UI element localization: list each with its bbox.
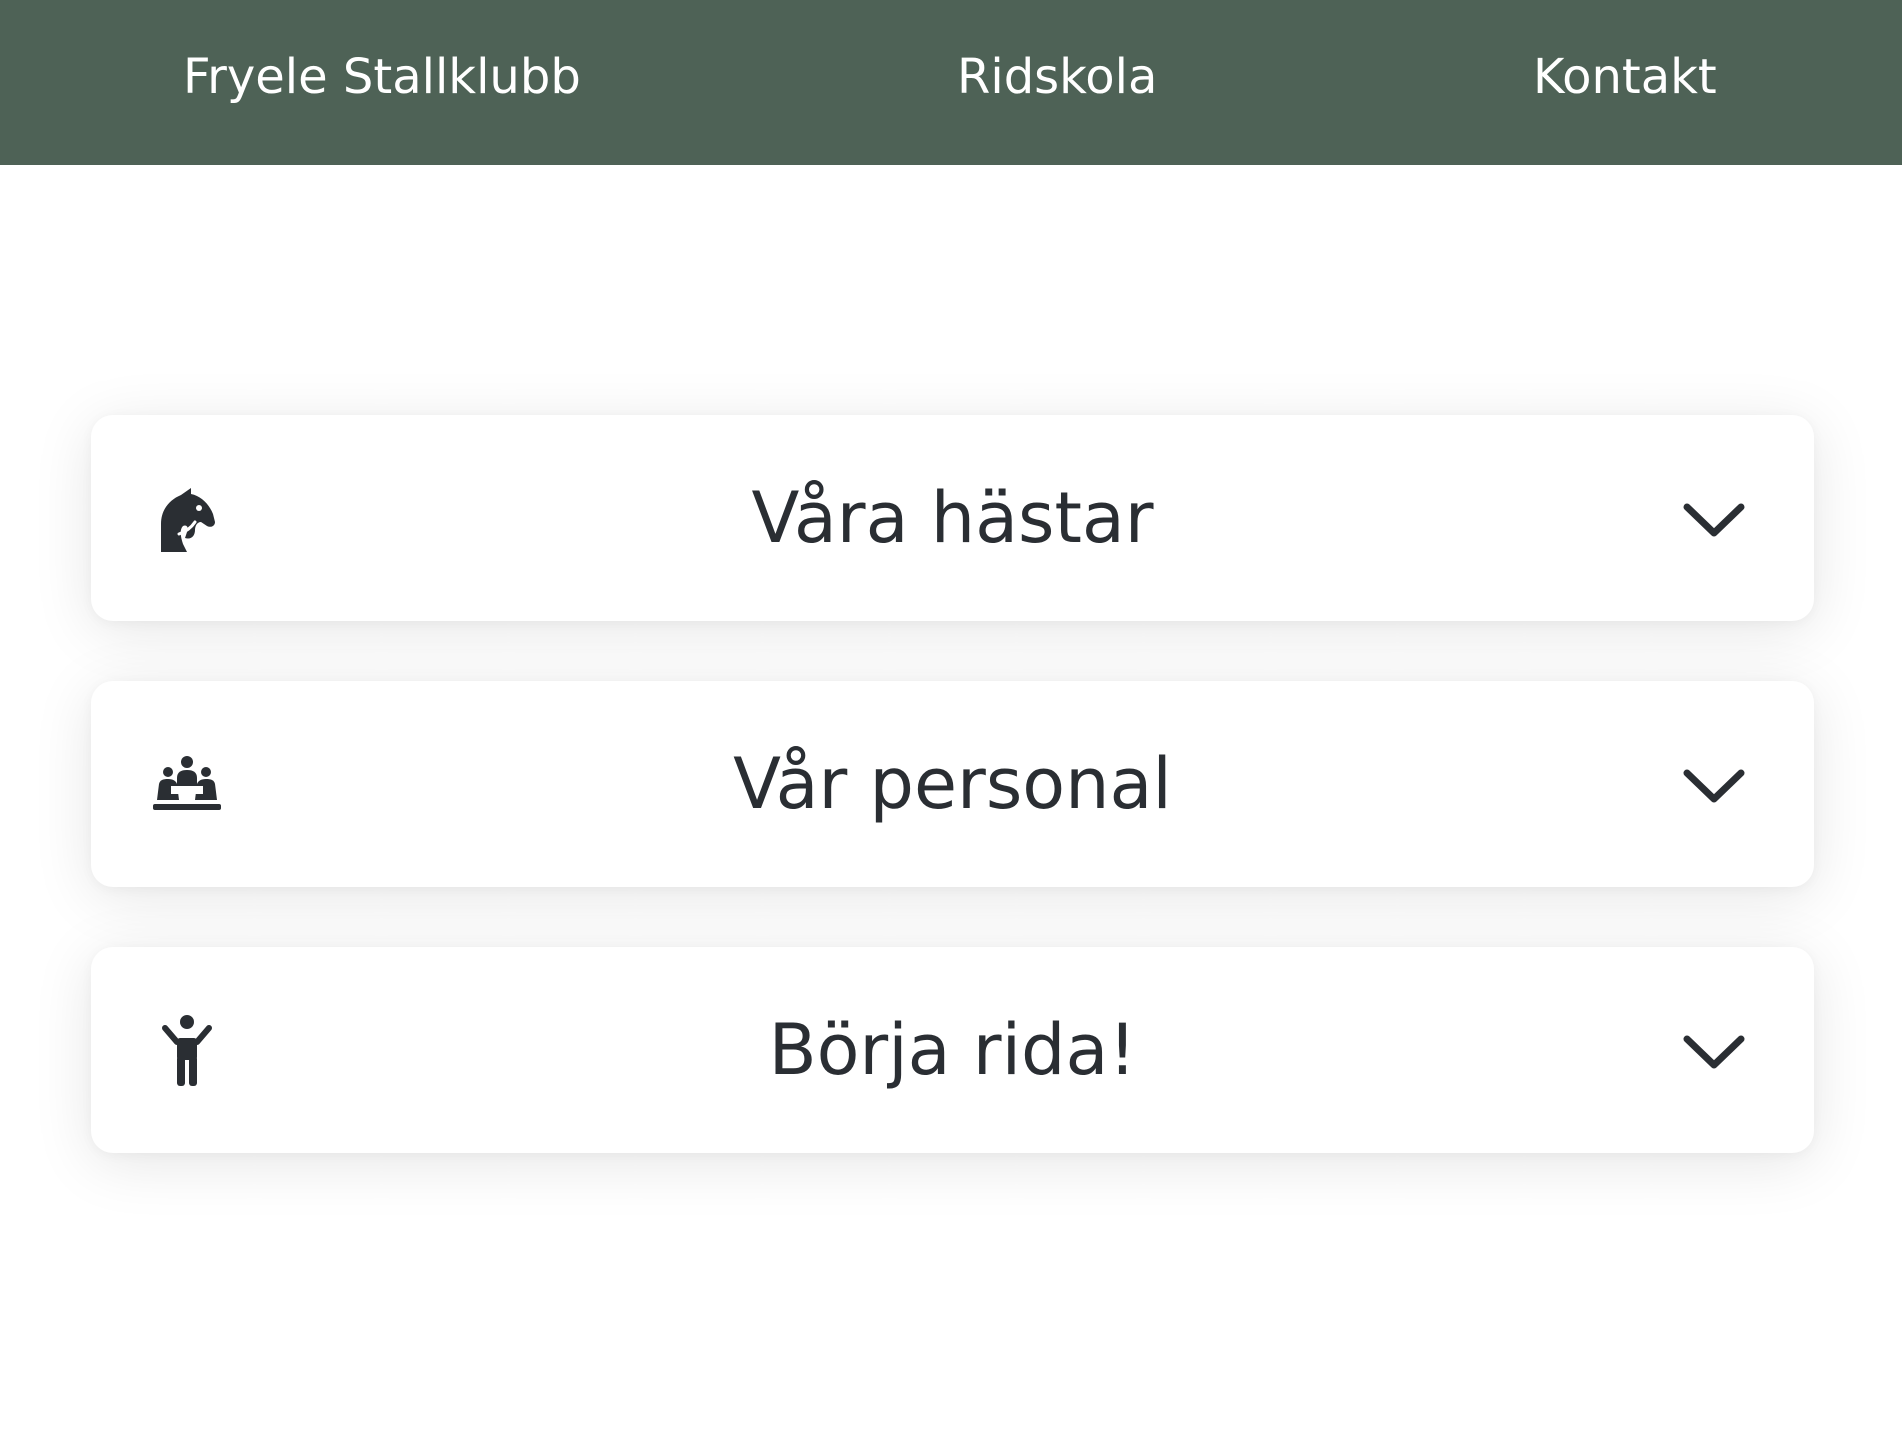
nav-link-kontakt[interactable]: Kontakt [1533, 0, 1717, 155]
accordion-item-title: Våra hästar [751, 477, 1154, 559]
accordion-item-staff[interactable]: Vår personal [91, 681, 1814, 887]
accordion-item-start-riding[interactable]: Börja rida! [91, 947, 1814, 1153]
accordion-item-title: Vår personal [733, 743, 1172, 825]
nav-brand-link[interactable]: Fryele Stallklubb [183, 0, 581, 155]
chevron-down-icon[interactable] [1681, 1025, 1747, 1075]
nav-link-ridskola[interactable]: Ridskola [957, 0, 1157, 155]
accordion-item-title: Börja rida! [768, 1009, 1137, 1091]
chevron-down-icon[interactable] [1681, 759, 1747, 809]
accordion-item-horses[interactable]: Våra hästar [91, 415, 1814, 621]
chevron-down-icon[interactable] [1681, 493, 1747, 543]
top-navbar: Fryele Stallklubb Ridskola Kontakt [0, 0, 1902, 165]
